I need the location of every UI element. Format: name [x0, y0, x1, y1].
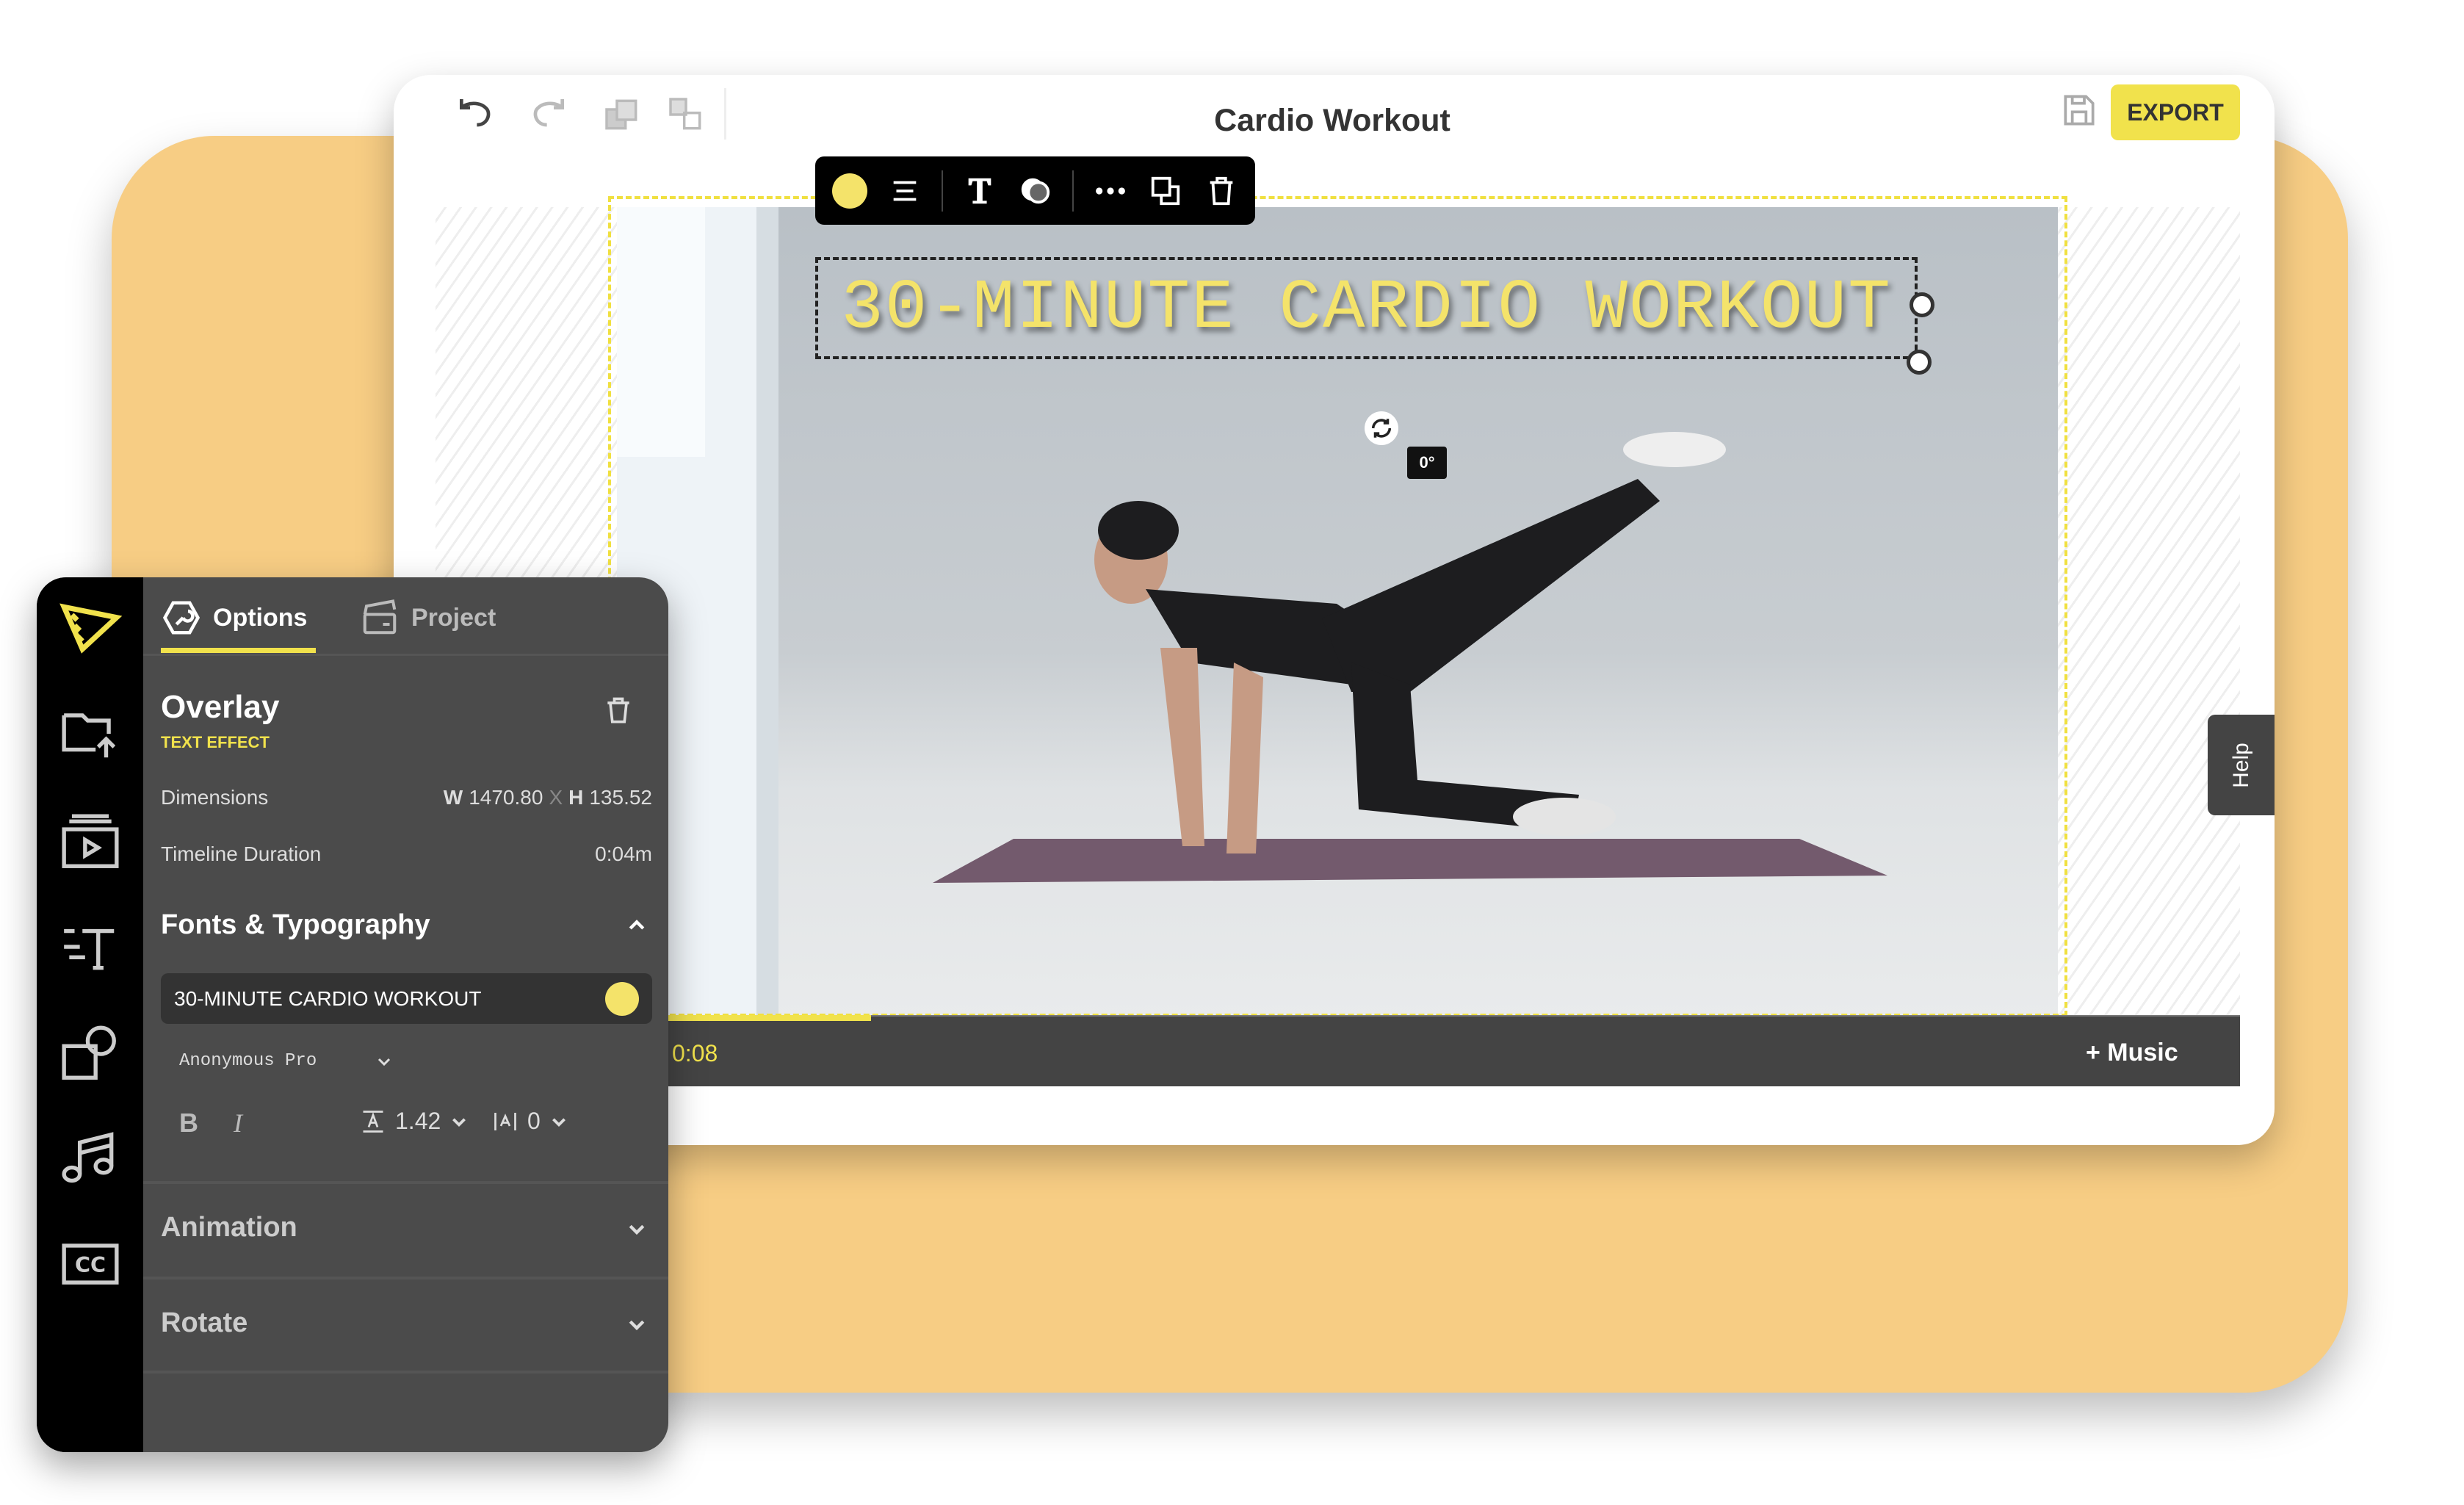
- tab-options[interactable]: Options: [162, 592, 382, 643]
- duration-label: Timeline Duration: [161, 842, 322, 865]
- height-label: H: [568, 786, 584, 809]
- section-divider: [143, 1181, 668, 1184]
- text-content-input[interactable]: 30-MINUTE CARDIO WORKOUT: [161, 973, 652, 1024]
- duplicate-icon[interactable]: [1148, 173, 1184, 209]
- text-content-value: 30-MINUTE CARDIO WORKOUT: [174, 986, 482, 1010]
- font-family-select[interactable]: Anonymous Pro: [179, 1051, 393, 1071]
- overlay-title: Overlay: [161, 689, 280, 725]
- resize-handle[interactable]: [1907, 350, 1932, 375]
- sidebar: CC: [37, 577, 143, 1452]
- delete-overlay-icon[interactable]: [602, 695, 635, 727]
- width-label: W: [443, 786, 463, 809]
- section-divider: [143, 1371, 668, 1374]
- delete-icon[interactable]: [1203, 173, 1239, 209]
- help-label: Help: [2228, 742, 2253, 788]
- text-color-swatch[interactable]: [605, 981, 639, 1016]
- add-music-button[interactable]: + Music: [2086, 1039, 2178, 1067]
- undo-icon[interactable]: [455, 94, 496, 135]
- text-overlay[interactable]: 30-MINUTE CARDIO WORKOUT: [815, 257, 1918, 359]
- logo-icon[interactable]: [59, 596, 123, 660]
- shapes-icon[interactable]: [59, 1022, 122, 1086]
- captions-icon[interactable]: CC: [59, 1232, 122, 1296]
- animation-section-header[interactable]: Animation: [161, 1212, 297, 1244]
- dimensions-label: Dimensions: [161, 786, 269, 809]
- toolbar-divider: [942, 170, 943, 212]
- duration-value: 0:04m: [595, 842, 652, 865]
- send-backward-icon[interactable]: [665, 94, 707, 135]
- chevron-down-icon: [552, 1117, 566, 1127]
- text-style-icon[interactable]: [962, 173, 998, 209]
- width-value: 1470.80: [469, 786, 543, 809]
- current-time: 0:08: [672, 1040, 718, 1067]
- section-divider: [143, 1277, 668, 1280]
- tab-project[interactable]: Project: [360, 592, 551, 643]
- redo-icon[interactable]: [528, 94, 569, 135]
- header-divider: [724, 88, 726, 140]
- bring-forward-icon[interactable]: [601, 94, 643, 135]
- line-height-select[interactable]: 1.42: [360, 1108, 469, 1135]
- wrench-icon: [162, 601, 200, 635]
- chevron-down-icon: [378, 1058, 391, 1066]
- help-tab[interactable]: Help: [2208, 715, 2275, 815]
- chevron-down-icon[interactable]: [626, 1218, 648, 1240]
- tab-label: Options: [213, 603, 308, 632]
- letter-spacing-value: 0: [527, 1108, 541, 1134]
- svg-text:CC: CC: [75, 1252, 106, 1277]
- resize-handle[interactable]: [1910, 292, 1934, 317]
- save-icon[interactable]: [2059, 90, 2100, 131]
- italic-button[interactable]: I: [234, 1108, 242, 1138]
- line-height-icon: [363, 1110, 383, 1133]
- rotation-badge: 0°: [1407, 447, 1447, 479]
- chevron-down-icon: [452, 1117, 466, 1127]
- letter-spacing-icon: [494, 1112, 516, 1130]
- timeline-bar: [667, 1017, 2240, 1086]
- project-title: Cardio Workout: [1214, 103, 1450, 138]
- toolbar-divider: [1072, 170, 1074, 212]
- effects-icon[interactable]: [1017, 173, 1053, 209]
- floating-toolbar: [815, 156, 1255, 225]
- export-button[interactable]: EXPORT: [2111, 84, 2240, 140]
- height-value: 135.52: [589, 786, 652, 809]
- timeline-progress[interactable]: [667, 1015, 872, 1021]
- chevron-down-icon[interactable]: [626, 1313, 648, 1335]
- rotate-handle-icon[interactable]: [1365, 411, 1398, 445]
- tab-divider: [143, 654, 668, 656]
- overlay-type: TEXT EFFECT: [161, 733, 270, 751]
- color-swatch-icon[interactable]: [831, 173, 867, 209]
- media-icon[interactable]: [59, 811, 122, 874]
- dimension-separator: X: [549, 786, 563, 809]
- tab-label: Project: [411, 603, 496, 632]
- fonts-section-header[interactable]: Fonts & Typography: [161, 909, 430, 941]
- clapperboard-icon: [363, 599, 397, 635]
- chevron-up-icon[interactable]: [626, 914, 648, 936]
- more-icon[interactable]: [1093, 173, 1129, 209]
- letter-spacing-select[interactable]: 0: [492, 1108, 568, 1135]
- line-height-value: 1.42: [395, 1108, 441, 1134]
- rotate-section-header[interactable]: Rotate: [161, 1307, 248, 1339]
- upload-folder-icon[interactable]: [59, 702, 122, 765]
- active-tab-indicator: [161, 648, 316, 653]
- font-family-value: Anonymous Pro: [179, 1051, 317, 1071]
- music-icon[interactable]: [59, 1127, 122, 1190]
- dimensions-value: W 1470.80 X H 135.52: [444, 786, 652, 809]
- bold-button[interactable]: B: [179, 1108, 198, 1138]
- options-panel: CC Options Project Overlay TEXT EFFECT D…: [37, 577, 668, 1452]
- text-icon[interactable]: [59, 915, 122, 978]
- align-icon[interactable]: [886, 173, 922, 209]
